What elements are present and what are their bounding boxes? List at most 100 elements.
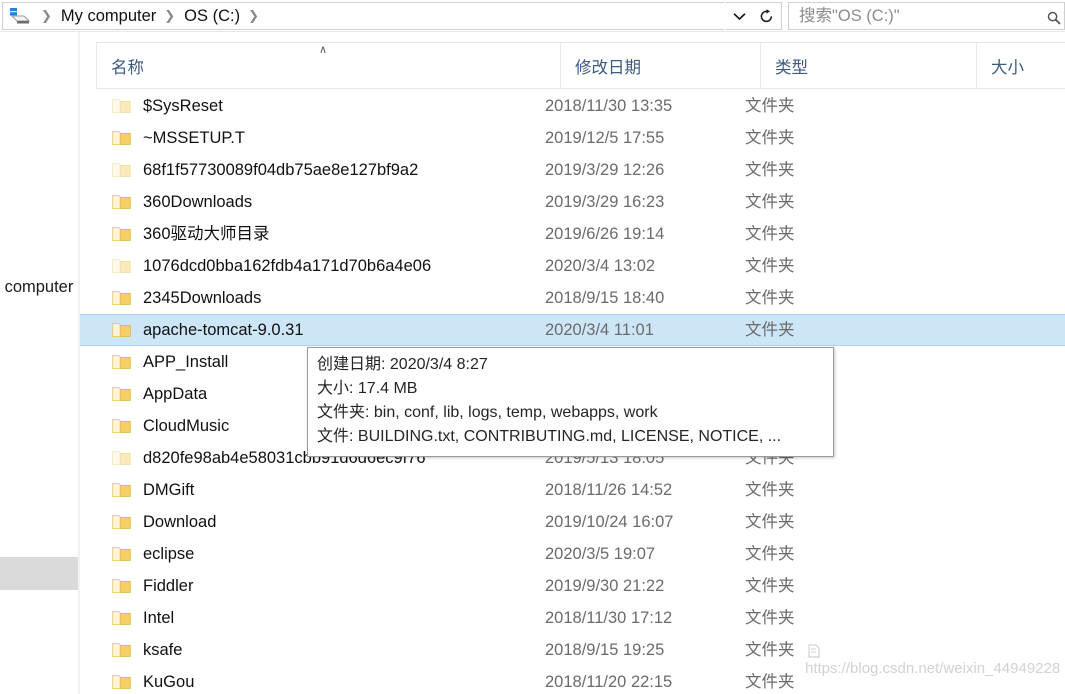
cell-type: 文件夹 xyxy=(745,577,795,595)
cell-name[interactable]: Intel xyxy=(112,602,174,634)
cell-type: 文件夹 xyxy=(745,129,795,147)
folder-icon xyxy=(112,674,131,690)
cell-type: 文件夹 xyxy=(745,193,795,211)
cell-date-modified: 2019/6/26 19:14 xyxy=(545,225,665,243)
file-name-label: CloudMusic xyxy=(143,417,230,435)
navigation-pane: My computer xyxy=(0,32,78,694)
table-row[interactable]: eclipse 2020/3/5 19:07 文件夹 xyxy=(80,538,1065,570)
file-name-label: $SysReset xyxy=(143,97,223,115)
cell-name[interactable]: eclipse xyxy=(112,538,194,570)
folder-icon xyxy=(112,514,131,530)
table-row[interactable]: ~MSSETUP.T 2019/12/5 17:55 文件夹 xyxy=(80,122,1065,154)
cell-name[interactable]: Fiddler xyxy=(112,570,193,602)
cell-date-modified: 2019/3/29 16:23 xyxy=(545,193,665,211)
tooltip-line-folders: 文件夹: bin, conf, lib, logs, temp, webapps… xyxy=(317,404,658,421)
table-row[interactable]: 360驱动大师目录 2019/6/26 19:14 文件夹 xyxy=(80,218,1065,250)
cell-name[interactable]: ksafe xyxy=(112,634,182,666)
cell-name[interactable]: 68f1f57730089f04db75ae8e127bf9a2 xyxy=(112,154,418,186)
cell-name[interactable]: Download xyxy=(112,506,216,538)
cell-date-modified: 2020/3/4 13:02 xyxy=(545,257,656,275)
cell-name[interactable]: ~MSSETUP.T xyxy=(112,122,245,154)
table-row[interactable]: Intel 2018/11/30 17:12 文件夹 xyxy=(80,602,1065,634)
watermark-icon xyxy=(806,643,822,659)
file-name-label: APP_Install xyxy=(143,353,229,371)
refresh-icon[interactable] xyxy=(752,2,782,30)
cell-type: 文件夹 xyxy=(745,641,795,659)
breadcrumb-os-c[interactable]: OS (C:) xyxy=(182,6,242,26)
cell-date-modified: 2018/11/30 17:12 xyxy=(545,609,673,627)
cell-name[interactable]: AppData xyxy=(112,378,207,410)
tooltip-line-size: 大小: 17.4 MB xyxy=(317,380,418,397)
folder-icon xyxy=(112,482,131,498)
table-row-selected[interactable]: apache-tomcat-9.0.31 2020/3/4 11:01 文件夹 xyxy=(80,314,1065,346)
table-row[interactable]: 360Downloads 2019/3/29 16:23 文件夹 xyxy=(80,186,1065,218)
file-name-label: DMGift xyxy=(143,481,195,499)
file-name-label: ksafe xyxy=(143,641,183,659)
cell-name[interactable]: $SysReset xyxy=(112,90,223,122)
search-input[interactable]: 搜索"OS (C:)" xyxy=(788,2,1065,30)
table-row[interactable]: 1076dcd0bba162fdb4a171d70b6a4e06 2020/3/4… xyxy=(80,250,1065,282)
column-header-name[interactable]: 名称 ∧ xyxy=(96,43,560,89)
watermark-text: https://blog.csdn.net/weixin_44949228 xyxy=(805,660,1061,677)
file-name-label: eclipse xyxy=(143,545,195,563)
file-name-label: 1076dcd0bba162fdb4a171d70b6a4e06 xyxy=(143,257,432,275)
chevron-down-icon[interactable] xyxy=(726,2,752,30)
toolbar-divider xyxy=(0,31,1065,32)
folder-icon xyxy=(112,610,131,626)
cell-date-modified: 2019/12/5 17:55 xyxy=(545,129,665,147)
folder-icon xyxy=(112,98,131,114)
cell-date-modified: 2020/3/5 19:07 xyxy=(545,545,656,563)
nav-item-my-computer[interactable]: My computer xyxy=(0,278,73,297)
cell-name[interactable]: 2345Downloads xyxy=(112,282,261,314)
folder-icon xyxy=(112,450,131,466)
cell-type: 文件夹 xyxy=(745,225,795,243)
file-explorer-window: ❯ My computer ❯ OS (C:) ❯ 搜索"OS (C:)" co… xyxy=(0,0,1065,694)
column-header-size-label: 大小 xyxy=(991,59,1024,77)
cell-type: 文件夹 xyxy=(745,161,795,179)
breadcrumb-separator-icon: ❯ xyxy=(164,8,176,23)
cell-date-modified: 2018/11/20 22:15 xyxy=(545,673,673,691)
cell-date-modified: 2018/11/26 14:52 xyxy=(545,481,673,499)
file-name-label: AppData xyxy=(143,385,208,403)
cell-type: 文件夹 xyxy=(745,513,795,531)
cell-name[interactable]: CloudMusic xyxy=(112,410,229,442)
column-header-row: 名称 ∧ 修改日期 类型 大小 xyxy=(96,42,1065,89)
cell-date-modified: 2020/3/4 11:01 xyxy=(545,321,654,339)
cell-type: 文件夹 xyxy=(745,545,795,563)
cell-type: 文件夹 xyxy=(745,321,795,339)
breadcrumb-my-computer[interactable]: My computer xyxy=(59,6,158,26)
cell-date-modified: 2018/9/15 19:25 xyxy=(545,641,665,659)
folder-icon xyxy=(112,642,131,658)
cell-type: 文件夹 xyxy=(745,673,795,691)
cell-name[interactable]: DMGift xyxy=(112,474,194,506)
column-header-size[interactable]: 大小 xyxy=(976,43,1065,89)
folder-icon xyxy=(112,418,131,434)
file-info-tooltip: 创建日期: 2020/3/4 8:27 大小: 17.4 MB 文件夹: bin… xyxy=(307,347,834,457)
file-name-label: ~MSSETUP.T xyxy=(143,129,245,147)
cell-date-modified: 2019/3/29 12:26 xyxy=(545,161,665,179)
table-row[interactable]: Download 2019/10/24 16:07 文件夹 xyxy=(80,506,1065,538)
cell-name[interactable]: 1076dcd0bba162fdb4a171d70b6a4e06 xyxy=(112,250,431,282)
tooltip-line-created: 创建日期: 2020/3/4 8:27 xyxy=(317,356,488,373)
cell-name[interactable]: KuGou xyxy=(112,666,194,694)
cell-name[interactable]: 360驱动大师目录 xyxy=(112,218,270,250)
address-breadcrumb-field[interactable]: ❯ My computer ❯ OS (C:) ❯ xyxy=(2,2,724,30)
cell-name[interactable]: 360Downloads xyxy=(112,186,252,218)
cell-name[interactable]: apache-tomcat-9.0.31 xyxy=(112,314,304,346)
table-row[interactable]: 2345Downloads 2018/9/15 18:40 文件夹 xyxy=(80,282,1065,314)
folder-icon xyxy=(112,290,131,306)
column-header-date-modified[interactable]: 修改日期 xyxy=(560,43,760,89)
column-header-date-label: 修改日期 xyxy=(575,59,641,77)
cell-name[interactable]: APP_Install xyxy=(112,346,228,378)
column-header-type[interactable]: 类型 xyxy=(760,43,976,89)
folder-icon xyxy=(112,194,131,210)
table-row[interactable]: DMGift 2018/11/26 14:52 文件夹 xyxy=(80,474,1065,506)
search-icon[interactable] xyxy=(1047,11,1061,25)
table-row[interactable]: Fiddler 2019/9/30 21:22 文件夹 xyxy=(80,570,1065,602)
cell-date-modified: 2019/10/24 16:07 xyxy=(545,513,674,531)
table-row[interactable]: $SysReset 2018/11/30 13:35 文件夹 xyxy=(80,90,1065,122)
file-name-label: 68f1f57730089f04db75ae8e127bf9a2 xyxy=(143,161,419,179)
table-row[interactable]: 68f1f57730089f04db75ae8e127bf9a2 2019/3/2… xyxy=(80,154,1065,186)
computer-drive-icon xyxy=(9,7,31,25)
breadcrumb-separator-icon[interactable]: ❯ xyxy=(242,6,266,26)
